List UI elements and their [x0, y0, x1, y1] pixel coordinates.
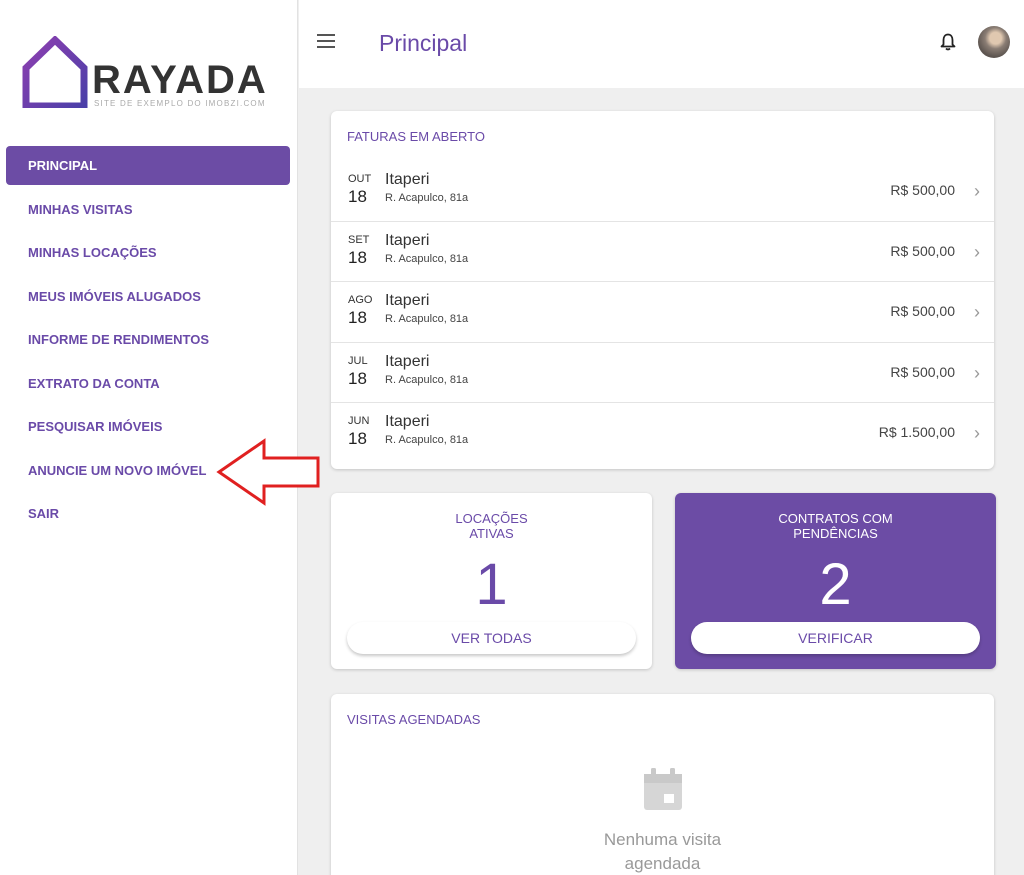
invoice-value: R$ 500,00: [890, 182, 955, 198]
sidebar-item-minhas-visitas[interactable]: MINHAS VISITAS: [6, 190, 290, 229]
calendar-icon: [644, 768, 682, 810]
invoice-month: JUL: [348, 354, 368, 367]
invoice-property-name: Itaperi: [385, 352, 430, 370]
chevron-right-icon: ›: [974, 362, 980, 383]
invoice-property-name: Itaperi: [385, 292, 430, 309]
sidebar-item-meus-imoveis-alugados[interactable]: MEUS IMÓVEIS ALUGADOS: [6, 277, 290, 316]
brand-tagline: SITE DE EXEMPLO DO IMOBZI.COM: [94, 99, 266, 108]
page-title: Principal: [379, 30, 468, 56]
invoice-value: R$ 500,00: [890, 303, 955, 319]
invoice-property-name: Itaperi: [385, 171, 430, 188]
pending-contracts-label: CONTRATOS COM PENDÊNCIAS: [675, 511, 996, 541]
scheduled-visits-card: VISITAS AGENDADAS Nenhuma visita agendad…: [331, 694, 994, 875]
invoice-address: R. Acapulco, 81a: [385, 313, 469, 325]
sidebar-item-informe-de-rendimentos[interactable]: INFORME DE RENDIMENTOS: [6, 320, 290, 359]
invoice-property-name: Itaperi: [385, 413, 430, 430]
active-rentals-label: LOCAÇÕES ATIVAS: [331, 511, 652, 541]
avatar[interactable]: [978, 26, 1010, 58]
verify-button[interactable]: VERIFICAR: [691, 622, 980, 654]
pending-contracts-label-line2: PENDÊNCIAS: [793, 526, 878, 541]
invoice-month: JUN: [348, 415, 370, 427]
pending-contracts-count: 2: [819, 552, 852, 617]
no-visits-line2: agendada: [624, 854, 701, 873]
sidebar-item-extrato-da-conta[interactable]: EXTRATO DA CONTA: [6, 364, 290, 403]
active-rentals-count: 1: [475, 552, 508, 617]
no-visits-line1: Nenhuma visita: [603, 830, 722, 849]
pending-contracts-card: CONTRATOS COM PENDÊNCIAS 2 VERIFICAR: [675, 493, 996, 669]
invoice-day: 18: [348, 187, 367, 206]
invoice-row[interactable]: JUN 18 Itaperi R. Acapulco, 81a R$ 1.500…: [331, 403, 994, 464]
brand-name: RAYADA: [92, 58, 268, 102]
active-rentals-card: LOCAÇÕES ATIVAS 1 VER TODAS: [331, 493, 652, 669]
invoice-day: 18: [348, 247, 367, 267]
topbar: Principal: [299, 0, 1024, 88]
invoices-title: FATURAS EM ABERTO: [347, 129, 485, 144]
active-rentals-label-line1: LOCAÇÕES: [455, 511, 528, 526]
invoices-list: OUT 18 Itaperi R. Acapulco, 81a R$ 500,0…: [331, 161, 994, 464]
invoices-card: FATURAS EM ABERTO OUT 18 Itaperi R. Acap…: [331, 111, 994, 469]
invoice-day: 18: [348, 308, 367, 327]
bell-icon[interactable]: [940, 33, 956, 51]
red-arrow-icon: [216, 438, 320, 506]
invoice-day: 18: [348, 429, 367, 448]
house-logo-icon: [22, 36, 88, 108]
invoice-value: R$ 1.500,00: [878, 424, 955, 440]
sidebar-item-minhas-locacoes[interactable]: MINHAS LOCAÇÕES: [6, 233, 290, 272]
invoice-row[interactable]: JUL 18 Itaperi R. Acapulco, 81a R$ 500,0…: [331, 343, 994, 403]
scheduled-visits-title: VISITAS AGENDADAS: [347, 712, 481, 727]
chevron-right-icon: ›: [974, 181, 980, 201]
invoice-address: R. Acapulco, 81a: [385, 434, 469, 446]
invoice-value: R$ 500,00: [890, 242, 955, 259]
chevron-right-icon: ›: [974, 423, 980, 443]
invoice-address: R. Acapulco, 81a: [385, 252, 469, 265]
invoice-row[interactable]: SET 18 Itaperi R. Acapulco, 81a R$ 500,0…: [331, 222, 994, 282]
invoice-row[interactable]: AGO 18 Itaperi R. Acapulco, 81a R$ 500,0…: [331, 282, 994, 343]
invoice-value: R$ 500,00: [890, 363, 955, 380]
active-rentals-label-line2: ATIVAS: [469, 526, 514, 541]
invoice-address: R. Acapulco, 81a: [385, 192, 469, 204]
pending-contracts-label-line1: CONTRATOS COM: [778, 511, 893, 526]
menu-icon[interactable]: [317, 34, 335, 48]
sidebar-item-principal[interactable]: PRINCIPAL: [6, 146, 290, 185]
no-visits-message: Nenhuma visita agendada: [331, 828, 994, 875]
chevron-right-icon: ›: [974, 302, 980, 322]
invoice-month: OUT: [348, 173, 372, 185]
invoice-address: R. Acapulco, 81a: [385, 373, 469, 386]
invoice-month: SET: [348, 233, 370, 246]
invoice-property-name: Itaperi: [385, 231, 430, 249]
invoice-month: AGO: [348, 294, 373, 306]
invoice-day: 18: [348, 368, 367, 388]
invoice-row[interactable]: OUT 18 Itaperi R. Acapulco, 81a R$ 500,0…: [331, 161, 994, 222]
brand-logo[interactable]: RAYADA SITE DE EXEMPLO DO IMOBZI.COM: [22, 36, 272, 116]
chevron-right-icon: ›: [974, 241, 980, 262]
view-all-button[interactable]: VER TODAS: [347, 622, 636, 654]
